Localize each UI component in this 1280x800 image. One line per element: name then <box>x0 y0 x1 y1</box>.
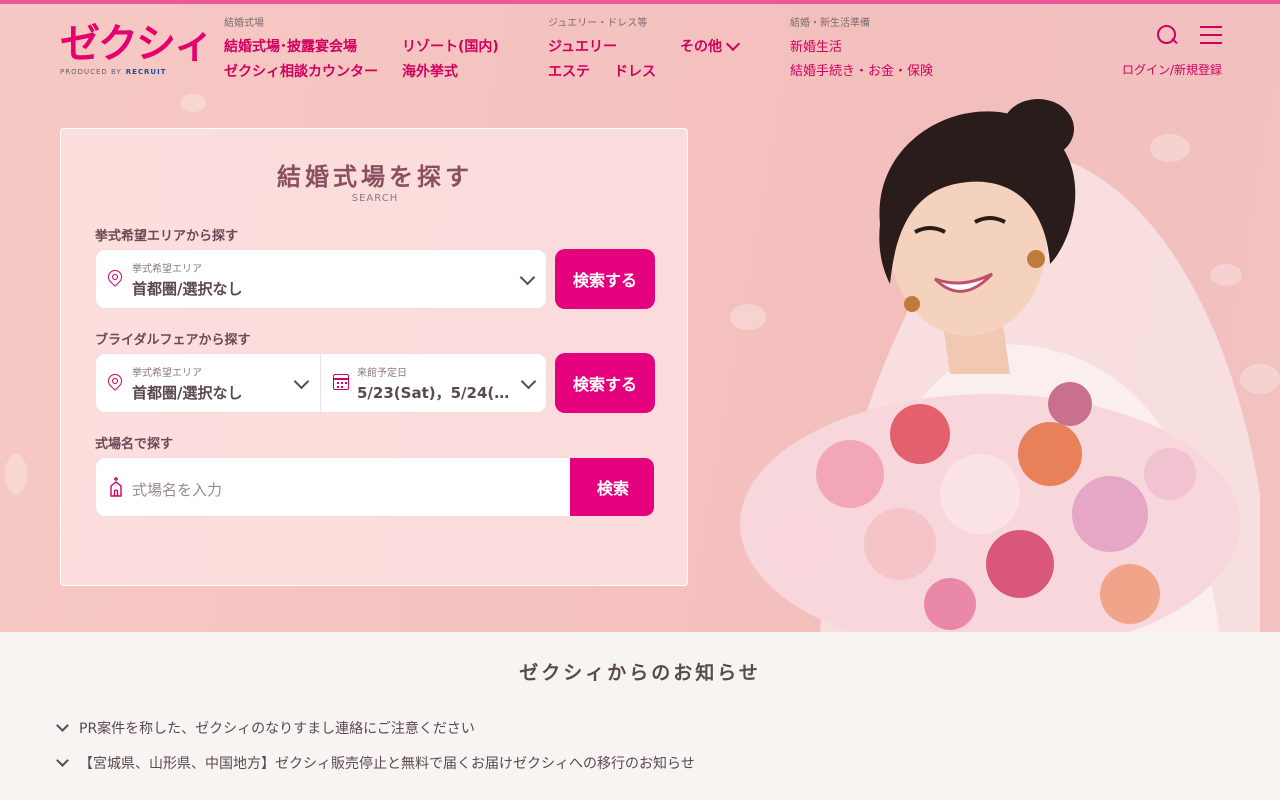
nav-group-label-venue: 結婚式場 <box>224 18 264 29</box>
hamburger-menu-icon[interactable] <box>1200 26 1222 44</box>
venue-name-search-button[interactable]: 検索 <box>570 458 654 516</box>
fair-area-value: 首都圏/選択なし <box>132 384 243 402</box>
nav-link-other[interactable]: その他 <box>680 36 741 56</box>
chevron-down-icon <box>56 719 69 732</box>
fair-search-fields: 挙式希望エリア 首都圏/選択なし 来館予定日 5/23(Sat)，5/24(Su… <box>95 353 547 413</box>
login-register-link[interactable]: ログイン/新規登録 <box>1122 61 1222 78</box>
news-item-text: PR案件を称した、ゼクシィのなりすまし連絡にご注意ください <box>79 721 475 737</box>
nav-link-procedures[interactable]: 結婚手続き・お金・保険 <box>790 60 933 79</box>
chevron-down-icon <box>725 36 741 51</box>
news-item[interactable]: 【宮城県、山形県、中国地方】ゼクシィ販売停止と無料で届くお届けゼクシィへの移行の… <box>56 753 695 773</box>
chevron-down-icon <box>519 269 536 286</box>
search-card-subtitle: SEARCH <box>351 193 399 204</box>
chapel-icon <box>110 477 122 497</box>
chevron-down-icon <box>56 754 69 767</box>
nav-link-overseas[interactable]: 海外挙式 <box>402 61 458 81</box>
produced-by-text: PRODUCED BY <box>60 68 122 76</box>
nav-link-dress[interactable]: ドレス <box>614 61 656 81</box>
fair-area-label: 挙式希望エリア <box>132 368 202 379</box>
area-section-label: 挙式希望エリアから探す <box>95 229 239 244</box>
nav-group-label-jewelry: ジュエリー・ドレス等 <box>548 18 648 29</box>
hero-section: ゼクシィ PRODUCED BY RECRUIT 結婚式場 結婚式場･披露宴会場… <box>0 4 1280 632</box>
location-pin-icon <box>105 371 125 391</box>
nav-link-jewelry[interactable]: ジュエリー <box>548 36 617 56</box>
fair-search-button[interactable]: 検索する <box>555 353 655 413</box>
area-search-button[interactable]: 検索する <box>555 249 655 309</box>
nav-link-wedding-venue[interactable]: 結婚式場･披露宴会場 <box>224 36 357 56</box>
fair-section-label: ブライダルフェアから探す <box>95 333 251 348</box>
area-field-label: 挙式希望エリア <box>132 264 202 275</box>
logo-wordmark: ゼクシィ <box>60 21 214 67</box>
search-card-title: 結婚式場を探す <box>277 163 473 191</box>
nav-group-label-newlife: 結婚・新生活準備 <box>790 18 870 29</box>
news-item-text: 【宮城県、山形県、中国地方】ゼクシィ販売停止と無料で届くお届けゼクシィへの移行の… <box>79 756 695 772</box>
nav-link-new-life[interactable]: 新婚生活 <box>790 36 842 55</box>
fair-date-label: 来館予定日 <box>357 368 407 379</box>
search-icon[interactable] <box>1156 24 1178 46</box>
venue-search-card: 結婚式場を探す SEARCH 挙式希望エリアから探す 挙式希望エリア 首都圏/選… <box>60 128 688 586</box>
location-pin-icon <box>105 267 125 287</box>
venue-name-input[interactable]: 式場名を入力 <box>132 479 222 500</box>
calendar-icon <box>333 374 349 390</box>
nav-other-label: その他 <box>680 39 722 55</box>
area-select[interactable]: 挙式希望エリア 首都圏/選択なし <box>95 249 547 309</box>
venue-name-search: 式場名を入力 検索 <box>95 457 655 517</box>
fair-area-select[interactable]: 挙式希望エリア 首都圏/選択なし <box>96 354 320 412</box>
logo-produced-by: PRODUCED BY RECRUIT <box>60 68 212 76</box>
zexy-logo[interactable]: ゼクシィ PRODUCED BY RECRUIT <box>60 21 214 76</box>
header-icons <box>1156 24 1222 46</box>
chevron-down-icon <box>520 373 537 390</box>
chevron-down-icon <box>293 373 310 390</box>
fair-date-value: 5/23(Sat)，5/24(Sun) <box>357 384 515 402</box>
bride-with-bouquet-image <box>740 99 1260 632</box>
fair-date-select[interactable]: 来館予定日 5/23(Sat)，5/24(Sun) <box>321 354 547 412</box>
news-section-title: ゼクシィからのお知らせ <box>519 662 761 684</box>
nav-link-esthe[interactable]: エステ <box>548 61 590 81</box>
nav-link-counter[interactable]: ゼクシィ相談カウンター <box>224 61 378 81</box>
news-item[interactable]: PR案件を称した、ゼクシィのなりすまし連絡にご注意ください <box>56 718 475 738</box>
nav-link-resort[interactable]: リゾート(国内) <box>402 36 499 56</box>
area-field-value: 首都圏/選択なし <box>132 280 243 298</box>
name-section-label: 式場名で探す <box>95 437 174 452</box>
recruit-text: RECRUIT <box>125 68 167 76</box>
